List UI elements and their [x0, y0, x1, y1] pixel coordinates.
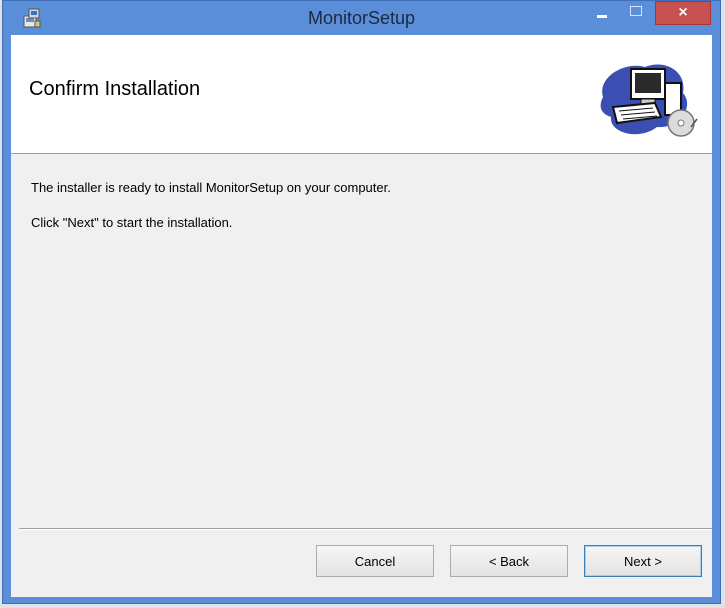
close-button[interactable]: × [655, 1, 711, 25]
maximize-button[interactable] [621, 1, 649, 25]
page-title: Confirm Installation [29, 78, 201, 100]
instruction-message: Click "Next" to start the installation. [31, 215, 233, 230]
installer-window: MonitorSetup × Confirm Installation The … [2, 0, 721, 604]
dialog-client-area: Confirm Installation The installer is re… [11, 35, 712, 597]
minimize-button[interactable] [587, 1, 615, 25]
back-button[interactable]: < Back [450, 545, 568, 577]
header-banner: Confirm Installation [11, 35, 712, 154]
next-button[interactable]: Next > [584, 545, 702, 577]
cancel-button[interactable]: Cancel [316, 545, 434, 577]
title-bar[interactable]: MonitorSetup × [3, 1, 720, 35]
computer-cd-icon [600, 64, 698, 137]
ready-message: The installer is ready to install Monito… [31, 180, 391, 195]
footer-divider [19, 528, 712, 530]
